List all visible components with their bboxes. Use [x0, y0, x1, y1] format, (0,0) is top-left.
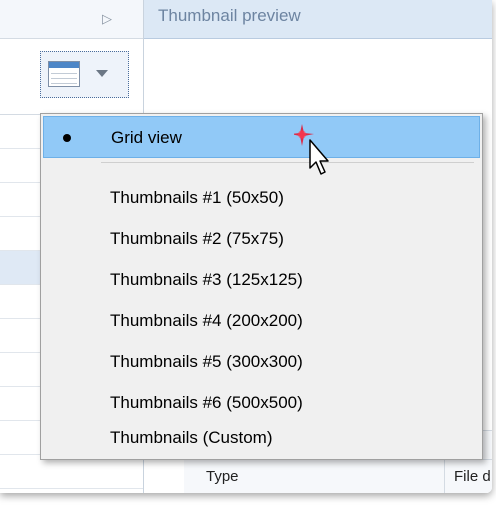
menu-item-label: Thumbnails #5 (300x300) — [110, 352, 303, 371]
menu-item-thumbnails-3[interactable]: Thumbnails #3 (125x125) — [43, 259, 480, 301]
menu-item-label: Thumbnails (Custom) — [110, 428, 273, 447]
menu-item-label: Thumbnails #3 (125x125) — [110, 270, 303, 289]
menu-item-label: Thumbnails #1 (50x50) — [110, 188, 284, 207]
column-divider — [444, 460, 445, 493]
menu-item-label: Grid view — [111, 128, 182, 147]
app-window: ▷ Thumbnail preview Type File d Grid vie… — [0, 0, 492, 493]
menu-item-thumbnails-4[interactable]: Thumbnails #4 (200x200) — [43, 300, 480, 342]
menu-item-thumbnails-1[interactable]: Thumbnails #1 (50x50) — [43, 177, 480, 219]
mouse-cursor-icon — [294, 124, 329, 175]
menu-item-label: Thumbnails #2 (75x75) — [110, 229, 284, 248]
triangle-right-icon[interactable]: ▷ — [102, 12, 112, 25]
menu-item-grid-view[interactable]: Grid view — [43, 116, 480, 158]
chevron-down-icon — [96, 70, 108, 77]
property-row[interactable]: Type File d — [184, 459, 492, 493]
view-mode-menu: Grid view Thumbnails #1 (50x50) Thumbnai… — [40, 113, 483, 460]
menu-item-thumbnails-2[interactable]: Thumbnails #2 (75x75) — [43, 218, 480, 260]
preview-header: Thumbnail preview — [144, 0, 492, 39]
menu-item-label: Thumbnails #6 (500x500) — [110, 393, 303, 412]
grid-view-icon — [48, 61, 80, 87]
preview-title: Thumbnail preview — [158, 6, 301, 25]
property-key: Type — [206, 468, 239, 485]
list-row[interactable] — [0, 455, 143, 489]
menu-separator — [101, 162, 474, 163]
menu-item-label: Thumbnails #4 (200x200) — [110, 311, 303, 330]
radio-selected-icon — [63, 134, 71, 142]
property-value: File d — [454, 468, 491, 485]
pane-header: ▷ — [0, 0, 143, 39]
menu-item-thumbnails-custom[interactable]: Thumbnails (Custom) — [43, 417, 480, 459]
menu-item-thumbnails-5[interactable]: Thumbnails #5 (300x300) — [43, 341, 480, 383]
view-mode-dropdown[interactable] — [40, 51, 129, 98]
